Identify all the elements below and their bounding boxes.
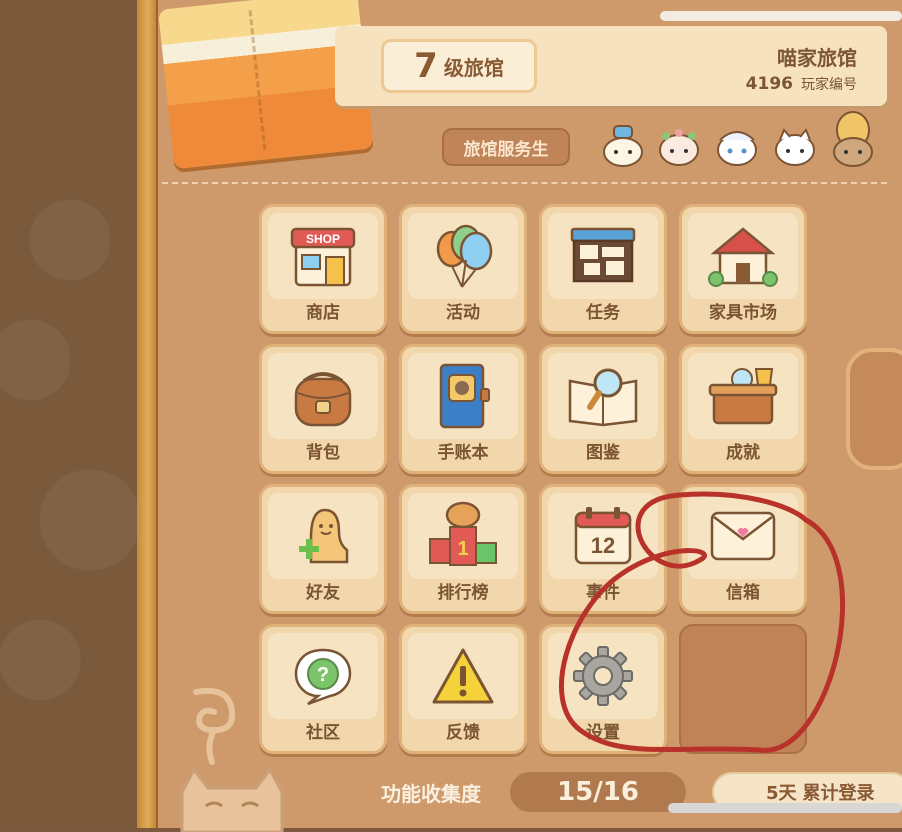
inn-header: 7 级旅馆 喵家旅馆 4196 玩家编号	[335, 26, 887, 106]
calendar-day-number: 12	[591, 533, 615, 558]
collection-label: 功能收集度	[381, 782, 481, 806]
trophy-chest-icon	[708, 368, 778, 425]
menu-label-events: 活动	[446, 303, 480, 323]
menu-tile-empty-slot	[679, 624, 807, 754]
player-id-label: 玩家编号	[801, 77, 857, 93]
add-friend-icon	[299, 508, 349, 564]
menu-tile-feedback[interactable]: 反馈	[399, 624, 527, 754]
menu-tile-calendar-events[interactable]: 12 事件	[539, 484, 667, 614]
settings-gear-icon	[573, 646, 633, 706]
menu-tile-events[interactable]: 活动	[399, 204, 527, 334]
menu-tile-journal[interactable]: 手账本	[399, 344, 527, 474]
community-icon: ?	[294, 648, 352, 706]
balloons-icon	[436, 224, 493, 288]
shop-icon: SHOP	[290, 227, 356, 287]
community-icon-area: ?	[268, 633, 378, 719]
warning-icon-area	[408, 633, 518, 719]
add-friend-icon-area	[268, 493, 378, 579]
leaderboard-icon: 1	[429, 501, 497, 566]
login-days-value: 5天	[766, 783, 797, 804]
balloons-icon-area	[408, 213, 518, 299]
menu-label-journal: 手账本	[437, 443, 489, 463]
svg-text:1: 1	[457, 538, 468, 560]
furniture-market-icon-area	[688, 213, 798, 299]
menu-label-furniture-market: 家具市场	[709, 303, 777, 323]
encyclopedia-icon-area	[548, 353, 658, 439]
inn-name: 喵家旅馆	[777, 46, 857, 70]
encyclopedia-icon	[568, 368, 638, 427]
menu-label-tasks: 任务	[586, 303, 620, 323]
settings-gear-icon-area	[548, 633, 658, 719]
shop-sign-text: SHOP	[306, 232, 340, 246]
staff-peanut-cat-icon[interactable]	[830, 110, 876, 168]
mail-icon-area	[688, 493, 798, 579]
inn-level-badge: 7 级旅馆	[381, 39, 537, 93]
spiral-decoration-icon	[193, 688, 236, 765]
menu-label-community: 社区	[306, 723, 340, 743]
inn-level-label: 级旅馆	[443, 55, 504, 80]
menu-label-settings: 设置	[586, 723, 620, 743]
menu-tile-community[interactable]: ? 社区	[259, 624, 387, 754]
calendar-icon-area: 12	[548, 493, 658, 579]
header-divider	[162, 182, 887, 184]
menu-tile-leaderboard[interactable]: 1 排行榜	[399, 484, 527, 614]
book-spine	[137, 0, 159, 828]
menu-label-calendar-events: 事件	[586, 583, 620, 603]
menu-label-shop: 商店	[306, 303, 340, 323]
menu-tile-mailbox[interactable]: 信箱	[679, 484, 807, 614]
menu-label-leaderboard: 排行榜	[437, 583, 489, 603]
left-patterned-background	[0, 0, 140, 828]
inn-level-number: 7	[414, 46, 438, 86]
task-board-icon	[570, 227, 636, 283]
menu-tile-tasks[interactable]: 任务	[539, 204, 667, 334]
backpack-icon	[294, 372, 352, 427]
journal-icon	[439, 363, 490, 429]
trophy-chest-icon-area	[688, 353, 798, 439]
login-days-label: 累计登录	[802, 783, 875, 804]
mail-icon	[710, 511, 776, 561]
player-id-row: 4196 玩家编号	[746, 74, 857, 94]
menu-tile-encyclopedia[interactable]: 图鉴	[539, 344, 667, 474]
warning-icon	[432, 648, 494, 704]
menu-label-feedback: 反馈	[446, 723, 480, 743]
task-board-icon-area	[548, 213, 658, 299]
menu-label-achievements: 成就	[726, 443, 760, 463]
menu-label-encyclopedia: 图鉴	[586, 443, 620, 463]
journal-icon-area	[408, 353, 518, 439]
menu-tile-settings[interactable]: 设置	[539, 624, 667, 754]
inn-staff-button[interactable]: 旅馆服务生	[442, 128, 570, 166]
bottom-scroll-strip	[668, 803, 902, 813]
menu-tile-friends[interactable]: 好友	[259, 484, 387, 614]
ticket-perforation	[248, 10, 267, 150]
side-panel-handle[interactable]	[846, 348, 902, 470]
svg-text:?: ?	[317, 664, 329, 686]
menu-tile-furniture-market[interactable]: 家具市场	[679, 204, 807, 334]
menu-label-mailbox: 信箱	[726, 583, 760, 603]
sleeping-cat-decoration-icon	[180, 767, 284, 832]
menu-tile-backpack[interactable]: 背包	[259, 344, 387, 474]
menu-tile-shop[interactable]: SHOP 商店	[259, 204, 387, 334]
menu-label-friends: 好友	[306, 583, 340, 603]
leaderboard-icon-area: 1	[408, 493, 518, 579]
top-scroll-strip	[660, 11, 902, 21]
collection-progress: 15/16	[510, 772, 686, 812]
staff-flower-cat-icon[interactable]	[656, 122, 702, 168]
staff-chef-cat-icon[interactable]	[600, 122, 646, 168]
staff-white-cat-icon[interactable]	[772, 122, 818, 168]
staff-bride-cat-icon[interactable]	[714, 122, 760, 168]
menu-tile-achievements[interactable]: 成就	[679, 344, 807, 474]
calendar-icon: 12	[574, 507, 632, 565]
furniture-market-icon	[708, 227, 778, 287]
backpack-icon-area	[268, 353, 378, 439]
player-id: 4196	[745, 74, 793, 94]
menu-label-backpack: 背包	[306, 443, 340, 463]
shop-icon-area: SHOP	[268, 213, 378, 299]
